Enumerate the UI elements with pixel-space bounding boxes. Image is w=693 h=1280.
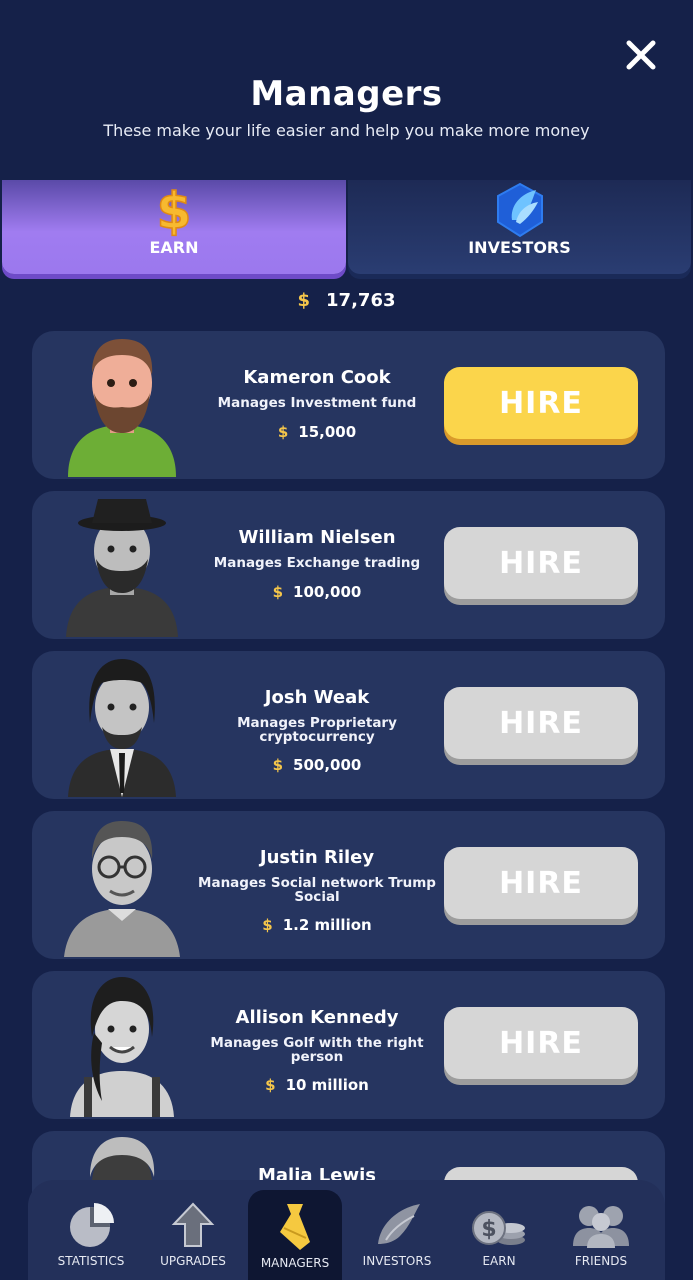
cost-value: 10 million — [285, 1076, 369, 1094]
nav-friends-label: FRIENDS — [574, 1254, 628, 1268]
tie-icon — [280, 1204, 310, 1250]
pie-chart-icon — [70, 1203, 114, 1247]
manager-card: Kameron Cook Manages Investment fund $15… — [32, 331, 665, 479]
nav-upgrades[interactable]: UPGRADES — [146, 1188, 240, 1280]
cost-currency: $ — [272, 756, 284, 774]
hire-button[interactable]: HIRE — [444, 847, 638, 919]
bottom-nav: STATISTICS UPGRADES MANAGERS INVESTORS $… — [28, 1180, 665, 1280]
hire-button[interactable]: HIRE — [444, 687, 638, 759]
manager-card: William Nielsen Manages Exchange trading… — [32, 491, 665, 639]
arrow-up-icon — [171, 1202, 215, 1247]
manager-info: Justin Riley Manages Social network Trum… — [192, 847, 442, 934]
dollar-icon: $ — [156, 181, 192, 240]
manager-info: William Nielsen Manages Exchange trading… — [192, 527, 442, 601]
manager-cost: $15,000 — [192, 423, 442, 441]
nav-earn[interactable]: $ EARN — [452, 1188, 546, 1280]
manager-cost: $10 million — [192, 1076, 442, 1094]
nav-managers[interactable]: MANAGERS — [248, 1190, 342, 1280]
manager-cost: $100,000 — [192, 583, 442, 601]
balance: $17,763 — [0, 290, 693, 311]
manager-description: Manages Exchange trading — [213, 555, 421, 571]
cost-currency: $ — [277, 422, 289, 441]
hire-button[interactable]: HIRE — [444, 527, 638, 599]
manager-name: Josh Weak — [264, 687, 370, 708]
nav-earn-label: EARN — [482, 1254, 516, 1268]
manager-info: Kameron Cook Manages Investment fund $15… — [192, 367, 442, 441]
nav-statistics-label: STATISTICS — [57, 1254, 125, 1268]
manager-description: Manages Golf with the right person — [210, 1035, 424, 1065]
manager-description: Manages Proprietary cryptocurrency — [237, 715, 397, 745]
cost-currency: $ — [262, 916, 273, 934]
close-icon — [626, 40, 656, 70]
manager-description: Manages Investment fund — [217, 395, 417, 411]
manager-description: Manages Social network Trump Social — [198, 875, 436, 905]
cost-value: 1.2 million — [282, 916, 372, 934]
nav-investors[interactable]: INVESTORS — [350, 1188, 444, 1280]
manager-name: William Nielsen — [238, 527, 396, 548]
avatar — [70, 977, 174, 1117]
nav-upgrades-label: UPGRADES — [160, 1254, 226, 1268]
avatar — [66, 499, 178, 637]
manager-name: Kameron Cook — [243, 367, 391, 388]
wing-icon — [378, 1204, 420, 1244]
hire-button[interactable]: HIRE — [444, 1007, 638, 1079]
nav-investors-label: INVESTORS — [362, 1254, 432, 1268]
tab-investors[interactable]: INVESTORS — [348, 180, 691, 274]
cost-currency: $ — [265, 1076, 276, 1094]
avatar — [68, 659, 176, 797]
page-title: Managers — [250, 74, 443, 114]
avatar — [64, 821, 180, 957]
nav-friends[interactable]: FRIENDS — [554, 1188, 648, 1280]
page-subtitle: These make your life easier and help you… — [103, 121, 590, 140]
tab-investors-label: INVESTORS — [468, 238, 571, 257]
tab-earn-label: EARN — [149, 238, 199, 257]
manager-card: Allison Kennedy Manages Golf with the ri… — [32, 971, 665, 1119]
cost-value: 100,000 — [293, 582, 362, 601]
tab-earn[interactable]: $ EARN — [2, 180, 346, 274]
manager-cost: $1.2 million — [192, 916, 442, 934]
cost-value: 15,000 — [298, 422, 357, 441]
avatar — [68, 339, 176, 477]
cost-currency: $ — [272, 582, 284, 601]
balance-currency: $ — [297, 290, 311, 311]
manager-name: Allison Kennedy — [235, 1007, 399, 1028]
nav-managers-label: MANAGERS — [260, 1256, 330, 1270]
shield-wing-icon — [496, 182, 543, 238]
svg-text:$: $ — [157, 182, 192, 240]
nav-statistics[interactable]: STATISTICS — [44, 1188, 138, 1280]
svg-text:$: $ — [481, 1217, 496, 1242]
manager-name: Justin Riley — [259, 847, 375, 868]
balance-value: 17,763 — [326, 290, 396, 311]
close-button[interactable] — [622, 36, 660, 74]
manager-card: Justin Riley Manages Social network Trum… — [32, 811, 665, 959]
manager-card: Josh Weak Manages Proprietary cryptocurr… — [32, 651, 665, 799]
coins-icon: $ — [472, 1211, 525, 1245]
manager-info: Allison Kennedy Manages Golf with the ri… — [192, 1007, 442, 1094]
cost-value: 500,000 — [293, 756, 362, 774]
manager-info: Josh Weak Manages Proprietary cryptocurr… — [192, 687, 442, 774]
hire-button[interactable]: HIRE — [444, 367, 638, 439]
friends-icon — [573, 1206, 629, 1248]
manager-cost: $500,000 — [192, 756, 442, 774]
